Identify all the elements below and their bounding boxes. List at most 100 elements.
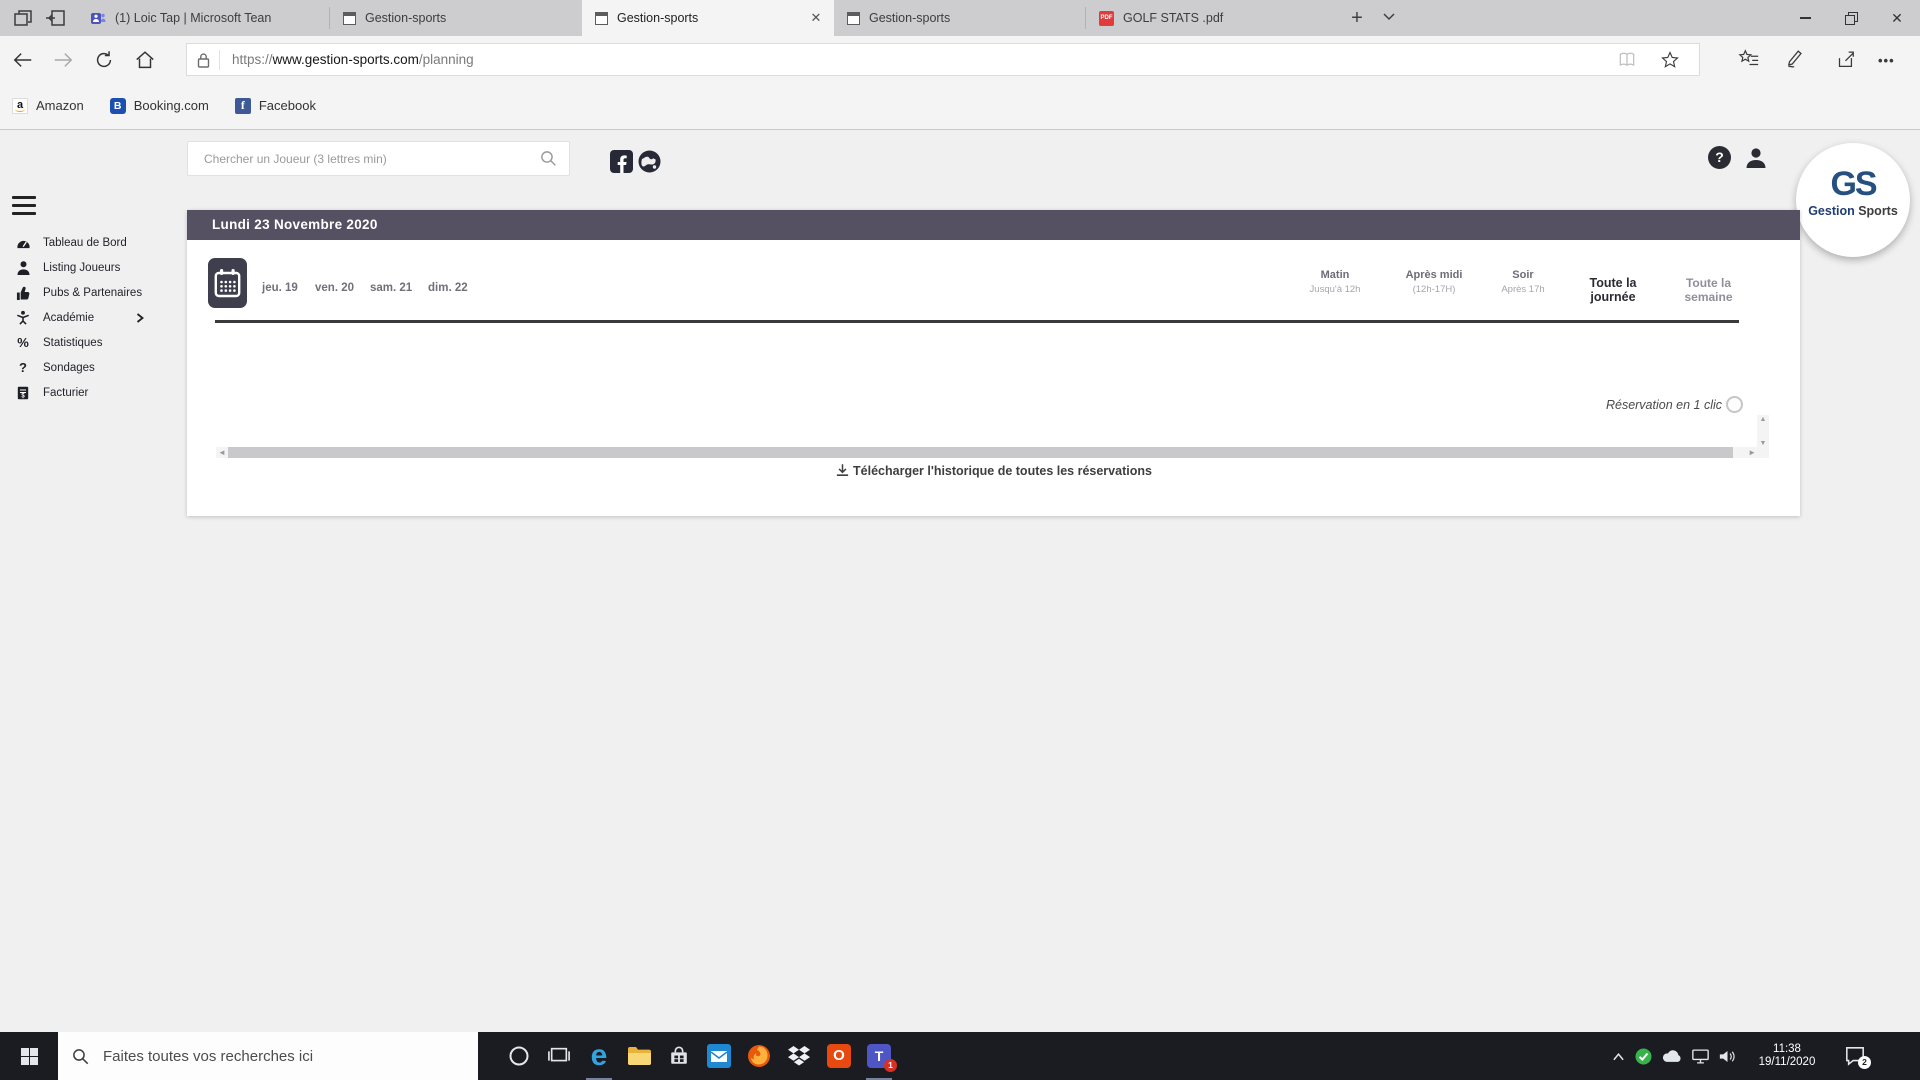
calendar-icon[interactable] [208,258,247,308]
dashboard-icon [15,236,31,249]
taskbar-search-input[interactable] [101,1047,435,1066]
day-tab-sam-21[interactable]: sam. 21 [370,282,412,294]
bookmark-amazon[interactable]: a Amazon [12,98,84,114]
filter-apres-midi[interactable]: Après midi (12h-17H) [1394,269,1474,295]
tab-gestion-sports-2[interactable]: Gestion-sports [834,0,1086,36]
network-icon[interactable] [1692,1049,1709,1064]
new-tab-button[interactable]: + [1342,4,1372,32]
web-notes-pen-icon[interactable] [1784,48,1806,70]
taskbar-mail[interactable] [699,1032,739,1080]
tab-preview-icon[interactable] [12,8,34,28]
favorite-star-icon[interactable] [1660,50,1680,70]
filter-toute-la-semaine[interactable]: Toute la semaine [1661,276,1756,304]
filter-soir[interactable]: Soir Après 17h [1483,269,1563,295]
volume-icon[interactable] [1719,1049,1736,1064]
sidebar-item-academie[interactable]: Académie [15,305,94,330]
chevron-right-icon [136,313,144,323]
firefox-icon [747,1044,771,1068]
taskbar-microsoft-store[interactable] [659,1032,699,1080]
security-check-icon[interactable] [1635,1048,1652,1065]
sidebar-item-listing-joueurs[interactable]: Listing Joueurs [15,255,120,280]
filter-toute-la-journee[interactable]: Toute la journée [1567,276,1659,304]
tab-close-icon[interactable]: ✕ [808,10,824,26]
refresh-button[interactable] [93,49,115,71]
profile-icon[interactable] [1744,146,1768,170]
address-bar[interactable]: https://www.gestion-sports.com/planning [186,43,1700,76]
sidebar-item-sondages[interactable]: ? Sondages [15,355,95,380]
home-button[interactable] [134,49,156,71]
edge-icon: e [591,1041,608,1071]
tab-golf-stats-pdf[interactable]: PDF GOLF STATS .pdf [1086,0,1338,36]
facebook-page-icon[interactable] [610,150,633,173]
tab-title: Gestion-sports [869,11,1076,25]
globe-language-icon[interactable] [638,150,661,173]
page-favicon [343,12,356,25]
day-tab-jeu-19[interactable]: jeu. 19 [262,282,298,294]
horizontal-scrollbar-thumb[interactable] [228,447,1733,458]
day-tab-dim-22[interactable]: dim. 22 [428,282,468,294]
restore-icon [1845,12,1857,24]
one-click-toggle[interactable] [1726,396,1743,413]
window-restore-button[interactable] [1828,0,1874,36]
teams-icon: T1 [867,1044,891,1068]
gestion-sports-logo[interactable]: GS Gestion Sports [1796,143,1910,257]
teams-notification-badge: 1 [884,1059,897,1072]
pdf-favicon: PDF [1099,11,1114,26]
sidebar-item-pubs-partenaires[interactable]: Pubs & Partenaires [15,280,142,305]
hidden-icons-chevron[interactable] [1612,1052,1625,1061]
taskbar-clock[interactable]: 11:38 19/11/2020 [1750,1043,1824,1069]
windows-logo-icon [21,1048,38,1065]
bookmark-booking[interactable]: B Booking.com [110,98,209,114]
tab-gestion-sports-1[interactable]: Gestion-sports [330,0,582,36]
office-icon: O [827,1044,851,1068]
favorites-hub-icon[interactable] [1738,48,1760,70]
sidebar-item-statistiques[interactable]: % Statistiques [15,330,102,355]
more-options-icon[interactable]: ••• [1878,52,1900,74]
clock-date: 19/11/2020 [1750,1056,1824,1069]
bookmark-facebook[interactable]: f Facebook [235,98,316,114]
set-tabs-aside-icon[interactable] [44,8,66,28]
url-text: https://www.gestion-sports.com/planning [232,52,474,67]
forward-button[interactable] [52,49,74,71]
taskbar-teams[interactable]: T1 [859,1032,899,1080]
sidebar-item-tableau-de-bord[interactable]: Tableau de Bord [15,230,127,255]
action-center-button[interactable]: 2 [1844,1046,1866,1066]
taskbar-office[interactable]: O [819,1032,859,1080]
search-icon[interactable] [540,150,557,167]
taskbar-task-view[interactable] [539,1032,579,1080]
scroll-left-icon[interactable]: ◄ [218,448,226,457]
tab-title: Gestion-sports [365,11,572,25]
tab-title: Gestion-sports [617,11,799,25]
reading-view-icon[interactable] [1617,50,1637,70]
back-button[interactable] [12,49,34,71]
day-tab-ven-20[interactable]: ven. 20 [315,282,354,294]
onedrive-cloud-icon[interactable] [1662,1049,1682,1063]
taskbar-edge[interactable]: e [579,1032,619,1080]
scroll-down-icon[interactable]: ▼ [1757,439,1769,449]
menu-hamburger-icon[interactable] [12,196,36,215]
horizontal-scrollbar[interactable]: ◄ ► [216,447,1758,458]
taskbar-dropbox[interactable] [779,1032,819,1080]
download-history-link[interactable]: Télécharger l'historique de toutes les r… [187,462,1800,480]
taskbar-cortana[interactable] [499,1032,539,1080]
share-icon[interactable] [1834,48,1856,70]
question-icon: ? [15,360,31,375]
tab-gestion-sports-active[interactable]: Gestion-sports ✕ [582,0,834,36]
tab-list-chevron-icon[interactable] [1382,12,1396,22]
taskbar-file-explorer[interactable] [619,1032,659,1080]
help-icon[interactable]: ? [1708,146,1731,169]
scroll-right-icon[interactable]: ► [1748,448,1756,457]
store-bag-icon [668,1045,690,1067]
vertical-scrollbar[interactable]: ▲ ▼ [1757,415,1769,458]
tab-teams[interactable]: (1) Loic Tap | Microsoft Tean [78,0,330,36]
player-search-input[interactable] [202,151,540,167]
filter-matin[interactable]: Matin Jusqu'à 12h [1295,269,1375,295]
window-close-button[interactable]: ✕ [1874,0,1920,36]
browser-address-bar: https://www.gestion-sports.com/planning … [0,36,1920,82]
taskbar-firefox[interactable] [739,1032,779,1080]
sidebar-item-facturier[interactable]: $ Facturier [15,380,88,405]
start-button[interactable] [0,1032,58,1080]
scroll-up-icon[interactable]: ▲ [1757,415,1769,425]
window-minimize-button[interactable] [1782,0,1828,36]
desktop: (1) Loic Tap | Microsoft Tean Gestion-sp… [0,0,1920,1080]
